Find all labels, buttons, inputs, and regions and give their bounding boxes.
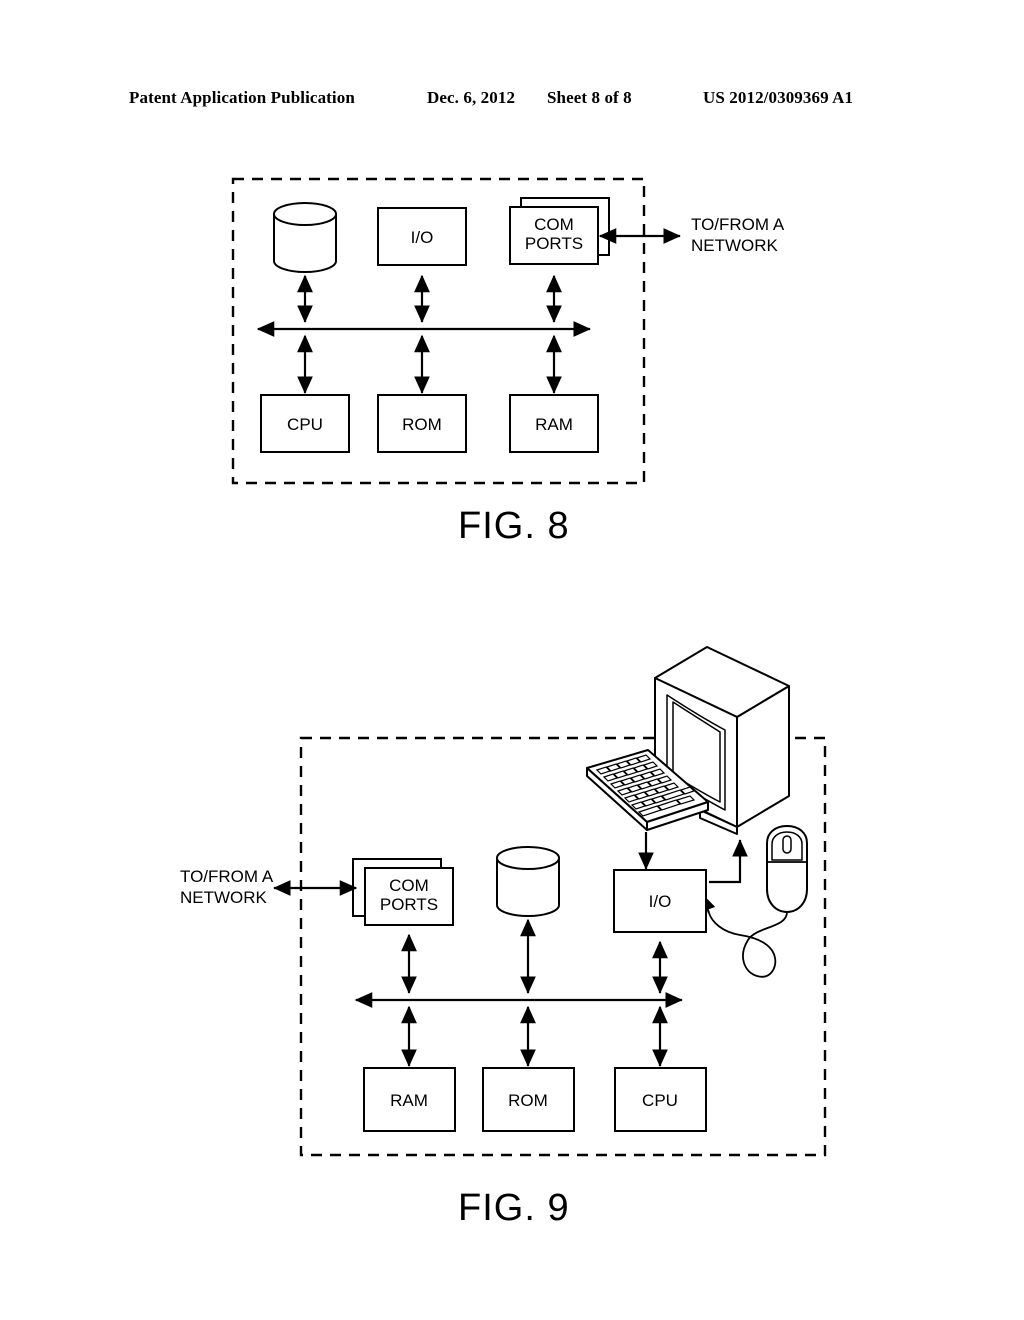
fig8-caption: FIG. 8 — [458, 505, 570, 547]
page-header: Patent Application Publication Dec. 6, 2… — [0, 84, 1024, 114]
figure-8: I/O COM PORTS TO/FROM A NETWORK CPU ROM … — [0, 150, 1024, 570]
fig9-com-ports-label-line2: PORTS — [380, 895, 438, 914]
fig9-disk-storage-icon — [496, 846, 560, 917]
fig9-io-label: I/O — [649, 892, 672, 911]
fig8-disk-storage-icon — [273, 202, 337, 273]
fig9-network-label-line1: TO/FROM A — [180, 867, 274, 886]
fig8-com-ports-label-line2: PORTS — [525, 234, 583, 253]
figure-9: COM PORTS TO/FROM A NETWORK I/O RAM ROM … — [0, 610, 1024, 1290]
fig9-com-ports-label-line1: COM — [389, 876, 429, 895]
fig8-io-label: I/O — [411, 228, 434, 247]
fig9-cpu-box: CPU — [614, 1067, 707, 1132]
fig9-io-monitor-link — [709, 839, 748, 884]
fig9-ram-box: RAM — [363, 1067, 456, 1132]
fig9-com-ports-box: COM PORTS — [352, 858, 454, 926]
fig9-caption: FIG. 9 — [458, 1187, 570, 1229]
fig8-network-label-line2: NETWORK — [691, 236, 779, 255]
fig8-cpu-label: CPU — [287, 415, 323, 434]
fig8-com-ports-label-line1: COM — [534, 215, 574, 234]
fig9-ram-label: RAM — [390, 1091, 428, 1110]
fig8-com-ports-box: COM PORTS — [509, 197, 610, 265]
header-publication-title: Patent Application Publication — [129, 88, 355, 107]
header-publication-date: Dec. 6, 2012 — [427, 88, 516, 107]
fig9-cpu-label: CPU — [642, 1091, 678, 1110]
fig9-io-box: I/O — [613, 869, 707, 933]
fig8-io-box: I/O — [377, 207, 467, 266]
header-patent-number: US 2012/0309369 A1 — [703, 88, 854, 107]
fig8-rom-label: ROM — [402, 415, 442, 434]
fig9-mouse-cable — [708, 911, 788, 978]
fig9-rom-label: ROM — [508, 1091, 548, 1110]
fig8-ram-label: RAM — [535, 415, 573, 434]
fig8-ram-box: RAM — [509, 394, 599, 453]
fig9-mouse-icon — [708, 825, 808, 978]
fig9-network-label-line2: NETWORK — [180, 888, 268, 907]
fig9-rom-box: ROM — [482, 1067, 575, 1132]
fig8-cpu-box: CPU — [260, 394, 350, 453]
fig8-network-label-line1: TO/FROM A — [691, 215, 785, 234]
header-sheet-number: Sheet 8 of 8 — [547, 88, 632, 107]
fig8-rom-box: ROM — [377, 394, 467, 453]
